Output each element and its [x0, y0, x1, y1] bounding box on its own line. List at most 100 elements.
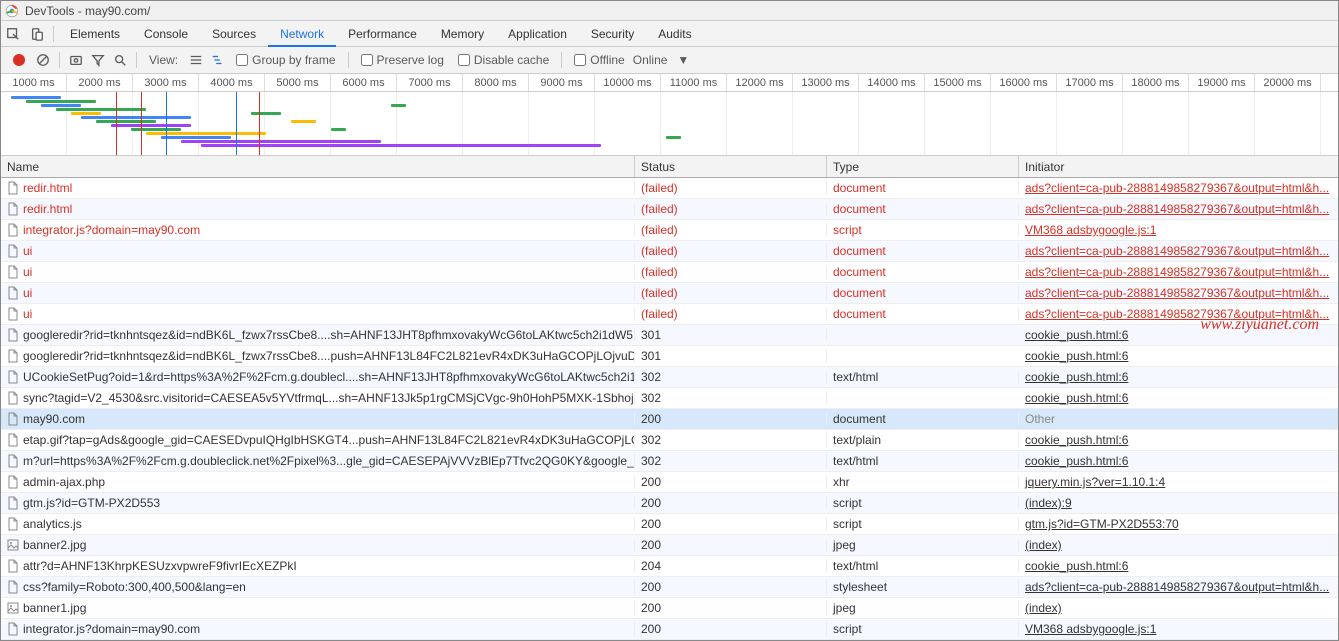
- file-icon: [7, 454, 19, 468]
- column-header-initiator[interactable]: Initiator: [1019, 156, 1338, 177]
- request-status: 204: [635, 559, 827, 573]
- tab-audits[interactable]: Audits: [646, 21, 703, 47]
- filter-icon[interactable]: [88, 50, 108, 70]
- search-icon[interactable]: [110, 50, 130, 70]
- ruler-tick: 16000 ms: [991, 74, 1057, 91]
- request-initiator[interactable]: (index):9: [1025, 496, 1072, 510]
- table-row[interactable]: ui(failed)documentads?client=ca-pub-2888…: [1, 241, 1338, 262]
- group-by-frame-checkbox[interactable]: Group by frame: [230, 53, 341, 67]
- network-toolbar: View: Group by frame Preserve log Disabl…: [1, 47, 1338, 74]
- tab-performance[interactable]: Performance: [336, 21, 429, 47]
- table-row[interactable]: UCookieSetPug?oid=1&rd=https%3A%2F%2Fcm.…: [1, 367, 1338, 388]
- table-row[interactable]: gtm.js?id=GTM-PX2D553200script(index):9: [1, 493, 1338, 514]
- table-row[interactable]: googleredir?rid=tknhntsqez&id=ndBK6L_fzw…: [1, 325, 1338, 346]
- column-header-status[interactable]: Status: [635, 156, 827, 177]
- main-tabs: ElementsConsoleSourcesNetworkPerformance…: [1, 21, 1338, 47]
- view-waterfall-icon[interactable]: [208, 50, 228, 70]
- request-initiator[interactable]: cookie_push.html:6: [1025, 328, 1128, 342]
- request-name: banner2.jpg: [23, 538, 86, 552]
- ruler-tick: 10000 ms: [595, 74, 661, 91]
- request-initiator[interactable]: cookie_push.html:6: [1025, 391, 1128, 405]
- table-row[interactable]: analytics.js200scriptgtm.js?id=GTM-PX2D5…: [1, 514, 1338, 535]
- request-initiator[interactable]: ads?client=ca-pub-2888149858279367&outpu…: [1025, 307, 1329, 321]
- request-initiator[interactable]: cookie_push.html:6: [1025, 349, 1128, 363]
- record-button[interactable]: [13, 54, 25, 66]
- request-type: document: [827, 307, 1019, 321]
- table-row[interactable]: ui(failed)documentads?client=ca-pub-2888…: [1, 283, 1338, 304]
- request-initiator[interactable]: (index): [1025, 601, 1062, 615]
- request-initiator[interactable]: ads?client=ca-pub-2888149858279367&outpu…: [1025, 580, 1329, 594]
- request-initiator[interactable]: cookie_push.html:6: [1025, 454, 1128, 468]
- request-type: script: [827, 496, 1019, 510]
- table-row[interactable]: integrator.js?domain=may90.com200scriptV…: [1, 619, 1338, 640]
- table-row[interactable]: integrator.js?domain=may90.com(failed)sc…: [1, 220, 1338, 241]
- request-initiator[interactable]: (index): [1025, 538, 1062, 552]
- separator: [348, 52, 349, 68]
- ruler-tick: 14000 ms: [859, 74, 925, 91]
- request-type: text/html: [827, 454, 1019, 468]
- request-initiator[interactable]: cookie_push.html:6: [1025, 559, 1128, 573]
- tab-network[interactable]: Network: [268, 21, 336, 47]
- table-row[interactable]: googleredir?rid=tknhntsqez&id=ndBK6L_fzw…: [1, 346, 1338, 367]
- tab-sources[interactable]: Sources: [200, 21, 268, 47]
- tab-elements[interactable]: Elements: [58, 21, 132, 47]
- request-initiator[interactable]: cookie_push.html:6: [1025, 433, 1128, 447]
- offline-checkbox[interactable]: Offline: [568, 53, 630, 67]
- table-row[interactable]: attr?d=AHNF13KhrpKESUzxvpwreF9fivrIEcXEZ…: [1, 556, 1338, 577]
- request-initiator[interactable]: Other: [1025, 412, 1055, 426]
- table-row[interactable]: ui(failed)documentads?client=ca-pub-2888…: [1, 304, 1338, 325]
- request-initiator[interactable]: ads?client=ca-pub-2888149858279367&outpu…: [1025, 181, 1329, 195]
- table-row[interactable]: may90.com200documentOther: [1, 409, 1338, 430]
- ruler-tick: 11000 ms: [661, 74, 727, 91]
- request-status: 200: [635, 412, 827, 426]
- request-initiator[interactable]: gtm.js?id=GTM-PX2D553:70: [1025, 517, 1179, 531]
- ruler-tick: 9000 ms: [529, 74, 595, 91]
- table-row[interactable]: redir.html(failed)documentads?client=ca-…: [1, 178, 1338, 199]
- table-row[interactable]: m?url=https%3A%2F%2Fcm.g.doubleclick.net…: [1, 451, 1338, 472]
- view-large-icon[interactable]: [186, 50, 206, 70]
- file-icon: [7, 391, 19, 405]
- request-status: 302: [635, 454, 827, 468]
- table-row[interactable]: banner1.jpg200jpeg(index): [1, 598, 1338, 619]
- tab-application[interactable]: Application: [496, 21, 579, 47]
- request-status: 200: [635, 517, 827, 531]
- waterfall-overview[interactable]: [1, 92, 1338, 156]
- request-initiator[interactable]: jquery.min.js?ver=1.10.1:4: [1025, 475, 1165, 489]
- inspect-icon[interactable]: [1, 22, 25, 46]
- device-icon[interactable]: [25, 22, 49, 46]
- request-type: text/plain: [827, 433, 1019, 447]
- preserve-log-checkbox[interactable]: Preserve log: [355, 53, 450, 67]
- clear-icon[interactable]: [33, 50, 53, 70]
- table-row[interactable]: css?family=Roboto:300,400,500&lang=en200…: [1, 577, 1338, 598]
- ruler-tick: 7000 ms: [397, 74, 463, 91]
- tab-console[interactable]: Console: [132, 21, 200, 47]
- request-initiator[interactable]: cookie_push.html:6: [1025, 370, 1128, 384]
- file-icon: [7, 412, 19, 426]
- ruler-tick: 4000 ms: [199, 74, 265, 91]
- disable-cache-checkbox[interactable]: Disable cache: [452, 53, 555, 67]
- request-status: 301: [635, 349, 827, 363]
- request-status: 302: [635, 370, 827, 384]
- request-type: script: [827, 622, 1019, 636]
- column-header-name[interactable]: Name: [1, 156, 635, 177]
- request-initiator[interactable]: ads?client=ca-pub-2888149858279367&outpu…: [1025, 265, 1329, 279]
- request-name: ui: [23, 244, 32, 258]
- throttling-select[interactable]: Online ▼: [633, 53, 690, 67]
- table-row[interactable]: redir.html(failed)documentads?client=ca-…: [1, 199, 1338, 220]
- capture-screenshot-icon[interactable]: [66, 50, 86, 70]
- table-row[interactable]: sync?tagid=V2_4530&src.visitorid=CAESEA5…: [1, 388, 1338, 409]
- table-row[interactable]: banner2.jpg200jpeg(index): [1, 535, 1338, 556]
- request-initiator[interactable]: ads?client=ca-pub-2888149858279367&outpu…: [1025, 202, 1329, 216]
- table-row[interactable]: ui(failed)documentads?client=ca-pub-2888…: [1, 262, 1338, 283]
- request-initiator[interactable]: ads?client=ca-pub-2888149858279367&outpu…: [1025, 286, 1329, 300]
- request-initiator[interactable]: ads?client=ca-pub-2888149858279367&outpu…: [1025, 244, 1329, 258]
- file-icon: [7, 244, 19, 258]
- table-row[interactable]: etap.gif?tap=gAds&google_gid=CAESEDvpuIQ…: [1, 430, 1338, 451]
- table-row[interactable]: admin-ajax.php200xhrjquery.min.js?ver=1.…: [1, 472, 1338, 493]
- file-icon: [7, 202, 19, 216]
- tab-memory[interactable]: Memory: [429, 21, 496, 47]
- request-initiator[interactable]: VM368 adsbygoogle.js:1: [1025, 622, 1156, 636]
- request-initiator[interactable]: VM368 adsbygoogle.js:1: [1025, 223, 1156, 237]
- column-header-type[interactable]: Type: [827, 156, 1019, 177]
- tab-security[interactable]: Security: [579, 21, 646, 47]
